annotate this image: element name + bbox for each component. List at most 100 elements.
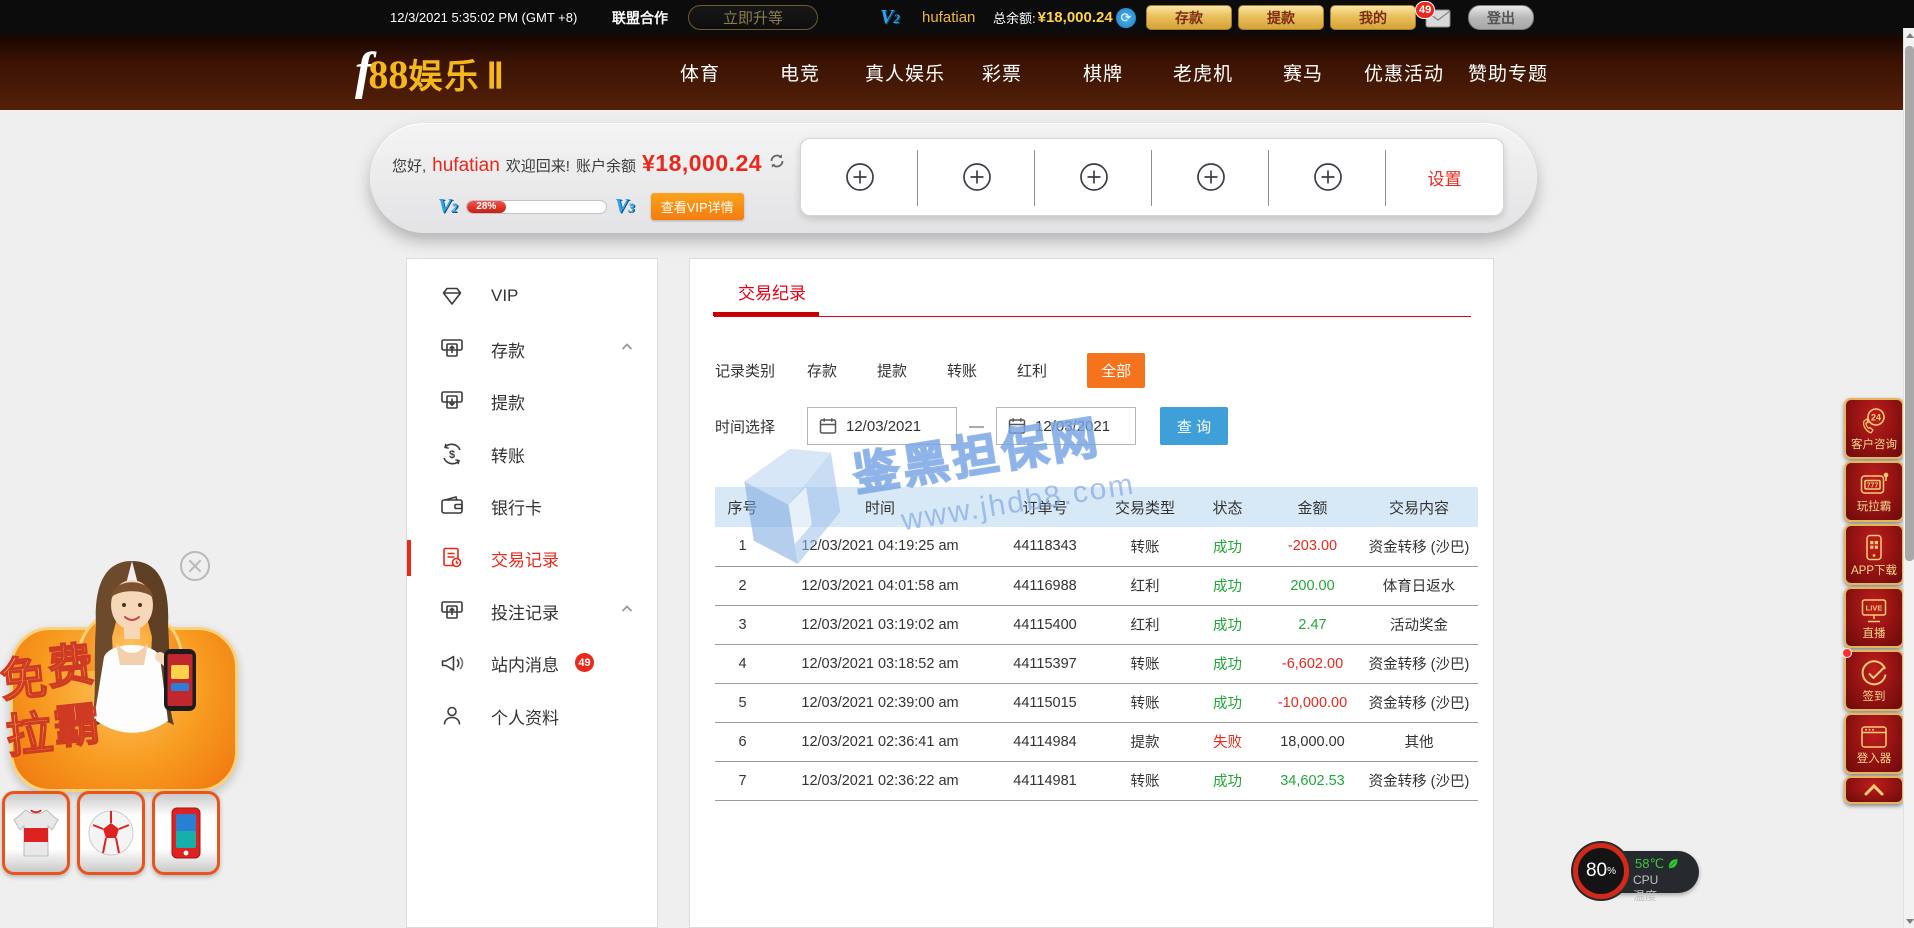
calendar-icon bbox=[1007, 416, 1027, 436]
sidebar-item-transfer[interactable]: $ 转账 bbox=[407, 433, 657, 475]
account-balance-value: ¥18,000.24 bbox=[642, 150, 762, 177]
sidebar: VIP 存款 提款 $ 转账 银行卡 bbox=[406, 258, 658, 928]
mine-button[interactable]: 我的 bbox=[1330, 5, 1416, 30]
record-type-filter: 记录类别 存款 提款 转账 红利 全部 bbox=[715, 355, 1145, 385]
nav-item-horse-racing[interactable]: 赛马 bbox=[1283, 35, 1323, 110]
sidebar-item-deposit[interactable]: 存款 bbox=[407, 328, 657, 370]
transfer-circular-arrows-icon: $ bbox=[439, 441, 465, 467]
transaction-table: 序号时间 订单号交易类型 状态金额 交易内容 112/03/2021 04:19… bbox=[715, 487, 1478, 801]
welcome-line: 您好, hufatian 欢迎回来! 账户余额 ¥18,000.24 bbox=[392, 150, 786, 177]
upgrade-button[interactable]: 立即升等 bbox=[688, 5, 818, 30]
play-slots-button[interactable]: 777 玩拉霸 bbox=[1844, 461, 1904, 522]
sidebar-item-withdraw[interactable]: 提款 bbox=[407, 380, 657, 422]
promo-banner[interactable]: 免 费 拉 霸 bbox=[0, 545, 270, 890]
nav-item-lottery[interactable]: 彩票 bbox=[982, 35, 1022, 110]
plus-circle-icon bbox=[844, 161, 876, 193]
nav-item-slots[interactable]: 老虎机 bbox=[1173, 35, 1233, 110]
prize-football bbox=[77, 791, 145, 875]
main-nav: f 88 娱乐 Ⅱ 体育 电竞 真人娱乐 彩票 棋牌 老虎机 赛马 优惠活动 赞… bbox=[0, 35, 1914, 110]
scrollbar-down-arrow[interactable] bbox=[1904, 914, 1914, 928]
table-row: 212/03/2021 04:01:58 am 44116988红利 成功200… bbox=[715, 566, 1478, 605]
scrollbar-thumb[interactable] bbox=[1905, 46, 1914, 561]
welcome-refresh-icon[interactable] bbox=[768, 152, 786, 175]
topbar-username: hufatian bbox=[922, 0, 975, 35]
svg-text:$: $ bbox=[449, 449, 455, 461]
sidebar-item-bankcard[interactable]: 银行卡 bbox=[407, 485, 657, 527]
settings-button[interactable]: 设置 bbox=[1386, 139, 1503, 215]
alliance-link[interactable]: 联盟合作 bbox=[612, 0, 668, 35]
slot-machine-icon: 777 bbox=[1859, 471, 1889, 499]
nav-item-live-casino[interactable]: 真人娱乐 bbox=[865, 35, 945, 110]
megaphone-icon bbox=[439, 650, 465, 676]
nav-item-sponsor[interactable]: 赞助专题 bbox=[1468, 35, 1548, 110]
cpu-usage-gauge: 80% bbox=[1573, 843, 1629, 899]
sidebar-item-vip[interactable]: VIP bbox=[407, 275, 657, 317]
page-scrollbar[interactable] bbox=[1903, 28, 1914, 928]
sidebar-item-bet-records[interactable]: 投注记录 bbox=[407, 590, 657, 632]
promo-prize-reels bbox=[2, 791, 222, 875]
person-icon bbox=[439, 703, 465, 729]
transaction-record-icon bbox=[439, 545, 465, 571]
chevron-up-icon bbox=[619, 339, 635, 360]
vip-progress-fill: 28% bbox=[467, 201, 506, 213]
messages-count-badge: 49 bbox=[575, 653, 594, 672]
scrollbar-up-arrow[interactable] bbox=[1904, 28, 1914, 42]
vip-detail-button[interactable]: 查看VIP详情 bbox=[651, 193, 744, 220]
vip-progress-text: 28% bbox=[476, 201, 496, 212]
cpu-temperature: 58℃ bbox=[1635, 856, 1679, 872]
filter-option-all[interactable]: 全部 bbox=[1087, 353, 1145, 388]
quick-add-button-1[interactable] bbox=[801, 139, 918, 215]
logo-roman-numeral: Ⅱ bbox=[486, 55, 504, 97]
logout-button[interactable]: 登出 bbox=[1468, 5, 1534, 30]
table-row: 512/03/2021 02:39:00 am 44115015转账 成功-10… bbox=[715, 683, 1478, 722]
plus-circle-icon bbox=[1195, 161, 1227, 193]
vip-diamond-icon bbox=[439, 283, 465, 309]
sidebar-item-messages[interactable]: 站内消息 49 bbox=[407, 642, 657, 684]
nav-item-promotions[interactable]: 优惠活动 bbox=[1364, 35, 1444, 110]
sidebar-item-transactions[interactable]: 交易记录 bbox=[407, 537, 657, 579]
logo-text: 娱乐 bbox=[408, 49, 480, 98]
filter-option-transfer[interactable]: 转账 bbox=[947, 360, 977, 381]
floating-sidebar: 24 客户咨询 777 玩拉霸 APP下载 bbox=[1844, 398, 1904, 804]
app-download-button[interactable]: APP下载 bbox=[1844, 524, 1904, 585]
sidebar-item-profile[interactable]: 个人资料 bbox=[407, 695, 657, 737]
withdraw-button[interactable]: 提款 bbox=[1238, 5, 1324, 30]
cpu-temperature-label: CPU温度 bbox=[1633, 873, 1658, 904]
customer-service-button[interactable]: 24 客户咨询 bbox=[1844, 398, 1904, 459]
table-row: 112/03/2021 04:19:25 am 44118343转账 成功-20… bbox=[715, 527, 1478, 566]
quick-add-button-2[interactable] bbox=[918, 139, 1035, 215]
check-circle-icon bbox=[1859, 659, 1889, 689]
live-monitor-icon: LIVE bbox=[1859, 596, 1889, 626]
chevron-up-icon bbox=[1863, 783, 1885, 797]
nav-item-sports[interactable]: 体育 bbox=[680, 35, 720, 110]
quick-add-button-5[interactable] bbox=[1269, 139, 1386, 215]
nav-item-chess[interactable]: 棋牌 bbox=[1083, 35, 1123, 110]
site-logo[interactable]: f 88 娱乐 Ⅱ bbox=[355, 47, 504, 98]
deposit-machine-icon bbox=[439, 336, 465, 362]
mail-icon[interactable]: 49 bbox=[1425, 9, 1451, 28]
query-button[interactable]: 查 询 bbox=[1160, 407, 1228, 445]
date-from-input[interactable]: 12/03/2021 bbox=[807, 407, 957, 445]
date-to-input[interactable]: 12/03/2021 bbox=[996, 407, 1136, 445]
tab-transaction-records[interactable]: 交易纪录 bbox=[738, 279, 806, 304]
quick-add-button-3[interactable] bbox=[1035, 139, 1152, 215]
filter-option-deposit[interactable]: 存款 bbox=[807, 360, 837, 381]
check-in-alert-dot bbox=[1842, 648, 1852, 658]
check-in-button[interactable]: 签到 bbox=[1844, 650, 1904, 711]
vip-progress-row: V2 28% V3 查看VIP详情 bbox=[438, 193, 744, 220]
quick-add-button-4[interactable] bbox=[1152, 139, 1269, 215]
deposit-button[interactable]: 存款 bbox=[1146, 5, 1232, 30]
svg-text:24: 24 bbox=[1871, 412, 1881, 422]
filter-option-bonus[interactable]: 红利 bbox=[1017, 360, 1047, 381]
filter-option-withdraw[interactable]: 提款 bbox=[877, 360, 907, 381]
phone-24-icon: 24 bbox=[1859, 407, 1889, 437]
launcher-button[interactable]: 登入器 bbox=[1844, 713, 1904, 774]
vip-next-badge: V3 bbox=[615, 195, 635, 218]
greeting-mid: 欢迎回来! bbox=[506, 155, 570, 176]
collapse-stack-button[interactable] bbox=[1844, 776, 1904, 804]
vip-progress-track: 28% bbox=[466, 200, 607, 214]
nav-item-esports[interactable]: 电竞 bbox=[780, 35, 820, 110]
balance-refresh-icon[interactable]: ⟳ bbox=[1116, 0, 1136, 35]
live-stream-button[interactable]: LIVE 直播 bbox=[1844, 587, 1904, 648]
browser-window-icon bbox=[1859, 723, 1889, 751]
